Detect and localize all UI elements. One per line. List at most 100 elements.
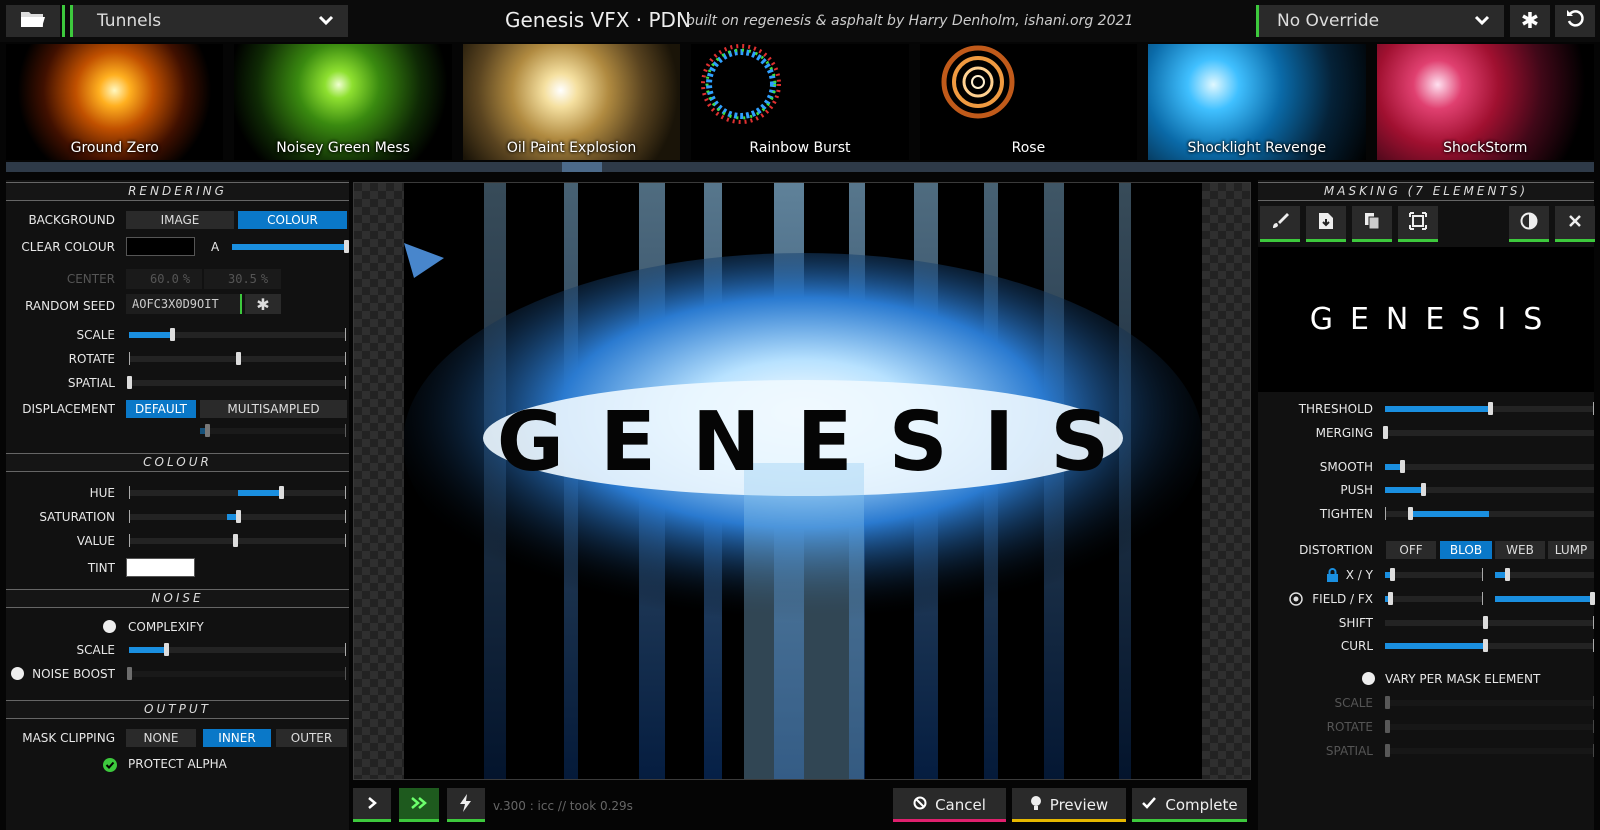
- status-text: v.300 : icc // took 0.29s: [493, 799, 633, 813]
- open-folder-button[interactable]: [6, 5, 60, 37]
- mask-clipping-label: MASK CLIPPING: [22, 731, 115, 745]
- smooth-slider[interactable]: [1385, 460, 1594, 473]
- background-image-option[interactable]: IMAGE: [126, 211, 234, 229]
- canvas-viewport[interactable]: GENESIS: [353, 182, 1251, 780]
- mask-preview[interactable]: GENESIS: [1258, 247, 1594, 392]
- chevron-right-icon: [365, 796, 379, 814]
- contrast-icon: [1520, 212, 1538, 234]
- displacement-default-option[interactable]: DEFAULT: [126, 400, 196, 418]
- noise-heading: NOISE: [6, 589, 349, 608]
- undo-icon: [1565, 8, 1585, 34]
- threshold-slider[interactable]: [1385, 402, 1594, 415]
- preset-thumbnail[interactable]: Oil Paint Explosion: [462, 44, 681, 160]
- preset-thumbnail[interactable]: Ground Zero: [6, 44, 224, 160]
- preview-button[interactable]: Preview: [1012, 788, 1126, 822]
- preset-thumbnail[interactable]: Shocklight Revenge: [1148, 44, 1366, 160]
- mask-fit-button[interactable]: [1398, 206, 1438, 242]
- distortion-blob-option[interactable]: BLOB: [1440, 541, 1492, 559]
- step-button[interactable]: [353, 788, 391, 822]
- hue-slider[interactable]: [129, 486, 346, 499]
- asterisk-icon: ✱: [1520, 8, 1540, 34]
- complexify-label: COMPLEXIFY: [128, 620, 204, 634]
- push-label: PUSH: [1340, 483, 1373, 497]
- spatial-slider[interactable]: [127, 376, 346, 389]
- complexify-toggle[interactable]: [103, 620, 116, 633]
- distortion-off-option[interactable]: OFF: [1386, 541, 1436, 559]
- shift-slider[interactable]: [1385, 616, 1594, 629]
- scale-label: SCALE: [76, 328, 115, 342]
- preset-thumbnail[interactable]: Noisey Green Mess: [234, 44, 452, 160]
- mask-clipping-none-option[interactable]: NONE: [126, 729, 196, 747]
- mask-import-button[interactable]: [1306, 206, 1346, 242]
- random-seed-label: RANDOM SEED: [25, 299, 115, 313]
- colour-heading: COLOUR: [6, 453, 349, 472]
- mask-clipping-inner-option[interactable]: INNER: [203, 729, 271, 747]
- preset-category-select[interactable]: Tunnels: [70, 5, 348, 37]
- y-slider[interactable]: [1495, 568, 1594, 581]
- randomize-button[interactable]: ✱: [1510, 5, 1550, 37]
- shift-label: SHIFT: [1338, 616, 1373, 630]
- preset-thumbnail[interactable]: ShockStorm: [1376, 44, 1594, 160]
- preset-scrollbar[interactable]: [6, 162, 1594, 172]
- accent-bar: [62, 5, 65, 37]
- push-slider[interactable]: [1385, 483, 1594, 496]
- merging-slider[interactable]: [1383, 426, 1594, 439]
- center-y-field[interactable]: 30.5%: [204, 269, 281, 289]
- saturation-slider[interactable]: [129, 510, 346, 523]
- alpha-slider[interactable]: [232, 240, 349, 253]
- alpha-label: A: [211, 240, 220, 254]
- threshold-label: THRESHOLD: [1298, 402, 1373, 416]
- override-select[interactable]: No Override: [1256, 5, 1504, 37]
- fast-forward-button[interactable]: [399, 788, 439, 822]
- noise-scale-slider[interactable]: [129, 643, 346, 656]
- field-slider[interactable]: [1385, 592, 1483, 605]
- distortion-label: DISTORTION: [1299, 543, 1373, 557]
- displacement-amount-slider[interactable]: [200, 424, 346, 437]
- rotate-slider[interactable]: [129, 352, 346, 365]
- lightning-button[interactable]: [447, 788, 485, 822]
- tighten-slider[interactable]: [1385, 507, 1594, 520]
- scrollbar-thumb[interactable]: [562, 162, 602, 172]
- mask-paste-button[interactable]: [1352, 206, 1392, 242]
- scale-slider[interactable]: [129, 328, 346, 341]
- vary-spatial-slider[interactable]: [1385, 744, 1594, 757]
- vary-per-mask-toggle[interactable]: [1362, 672, 1375, 685]
- mask-clipping-outer-option[interactable]: OUTER: [276, 729, 347, 747]
- checkmark-icon: [1141, 796, 1157, 814]
- preset-label: Shocklight Revenge: [1187, 140, 1327, 156]
- xy-label: X / Y: [1345, 568, 1373, 582]
- clear-colour-swatch[interactable]: [126, 237, 195, 256]
- x-slider[interactable]: [1385, 568, 1483, 581]
- background-colour-option[interactable]: COLOUR: [238, 211, 347, 229]
- displacement-label: DISPLACEMENT: [22, 402, 115, 416]
- vary-scale-slider[interactable]: [1385, 696, 1594, 709]
- mask-brush-button[interactable]: [1260, 206, 1300, 242]
- cancel-button[interactable]: Cancel: [893, 788, 1006, 822]
- noise-boost-slider[interactable]: [127, 667, 346, 680]
- complete-button[interactable]: Complete: [1132, 788, 1247, 822]
- mask-preview-text: GENESIS: [1309, 302, 1560, 337]
- distortion-web-option[interactable]: WEB: [1495, 541, 1545, 559]
- preset-thumbnail[interactable]: Rainbow Burst: [691, 44, 909, 160]
- tint-swatch[interactable]: [126, 558, 195, 577]
- random-seed-field[interactable]: AOFC3X0D9OIT: [126, 294, 242, 314]
- brush-icon: [1271, 212, 1289, 234]
- reset-button[interactable]: [1555, 5, 1595, 37]
- vary-rotate-slider[interactable]: [1385, 720, 1594, 733]
- override-value: No Override: [1277, 11, 1380, 31]
- mask-invert-button[interactable]: [1509, 206, 1549, 242]
- curl-slider[interactable]: [1385, 639, 1594, 652]
- distortion-lump-option[interactable]: LUMP: [1548, 541, 1594, 559]
- mask-clear-button[interactable]: [1555, 206, 1595, 242]
- preset-thumbnail[interactable]: Rose: [919, 44, 1138, 160]
- center-label: CENTER: [66, 272, 115, 286]
- protect-alpha-check-icon[interactable]: [103, 757, 117, 776]
- fx-slider[interactable]: [1495, 592, 1596, 605]
- close-icon: [1568, 213, 1582, 232]
- tint-label: TINT: [87, 561, 115, 575]
- value-slider[interactable]: [129, 534, 346, 547]
- center-x-field[interactable]: 60.0%: [126, 269, 202, 289]
- vary-spatial-label: SPATIAL: [1325, 744, 1373, 758]
- displacement-multisampled-option[interactable]: MULTISAMPLED: [200, 400, 347, 418]
- randomize-seed-button[interactable]: ✱: [245, 294, 281, 314]
